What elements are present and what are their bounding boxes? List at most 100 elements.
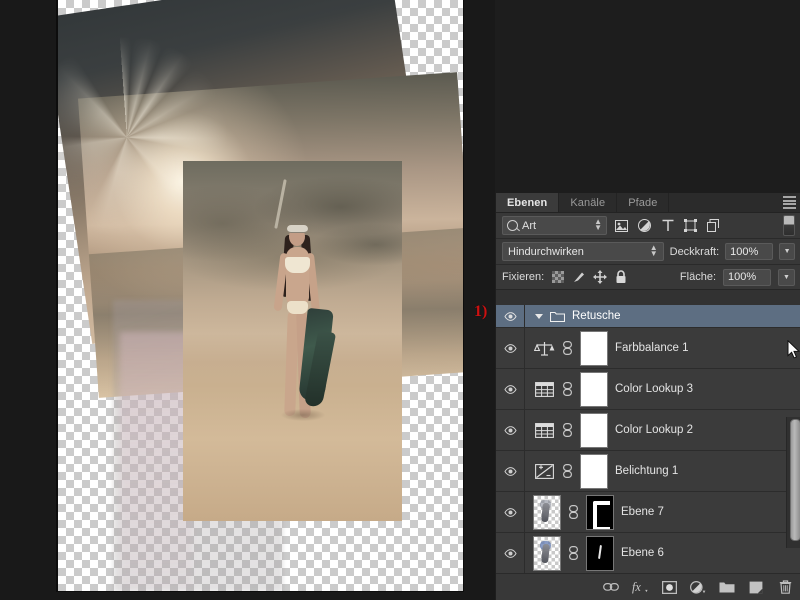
layer-row-farbbalance-1[interactable]: Farbbalance 1 [496,328,800,369]
layer-row-body[interactable]: Color Lookup 2 [525,412,800,448]
layer-row-ebene-7[interactable]: Ebene 7 [496,492,800,533]
panel-menu-icon[interactable] [780,196,796,209]
lock-label: Fixieren: [502,271,545,283]
document-canvas[interactable] [0,0,495,600]
eye-icon [503,425,517,435]
layer-mask-thumbnail[interactable] [580,330,608,366]
fill-value[interactable]: 100% [723,268,771,286]
layer-row-body[interactable]: Ebene 7 [525,494,800,530]
annotation-marker-1: 1) [474,303,488,320]
opacity-value[interactable]: 100% [725,243,774,260]
eye-icon [503,507,517,517]
layer-row-body[interactable]: Color Lookup 3 [525,371,800,407]
panel-tabbar[interactable]: Ebenen Kanäle Pfade [496,193,800,213]
layer-row-color-lookup-2[interactable]: Color Lookup 2 [496,410,800,451]
blend-mode-row[interactable]: Hindurchwirken ▲ ▼ Deckkraft: 100% ▼ [496,239,800,265]
link-icon[interactable] [562,382,573,396]
tab-kanaele[interactable]: Kanäle [559,193,618,212]
layer-row-body[interactable]: Belichtung 1 [525,453,800,489]
layer-mask-thumbnail[interactable] [580,453,608,489]
bikini-top [285,257,310,273]
shape-layer-filter-icon[interactable] [682,217,699,234]
add-layer-mask-button[interactable] [661,579,677,595]
layers-scrollbar-thumb[interactable] [790,419,800,541]
type-layer-filter-icon[interactable] [659,217,676,234]
filter-kind-label: Art [522,219,537,232]
new-layer-button[interactable] [748,579,764,595]
fill-dropdown-icon[interactable]: ▼ [778,268,795,286]
layer-name: Retusche [572,310,621,322]
ground-shadow [281,409,325,421]
smart-object-filter-icon[interactable] [705,217,722,234]
layers-scrollbar-track[interactable] [786,417,800,548]
eye-icon [503,384,517,394]
layer-filter-row[interactable]: Art ▲ ▼ [496,213,800,239]
tab-ebenen-label: Ebenen [507,196,548,209]
lock-position-icon[interactable] [593,270,608,284]
link-icon[interactable] [568,505,579,519]
tab-pfade-label: Pfade [628,196,658,209]
layer-mask-thumbnail[interactable] [580,412,608,448]
layer-visibility-toggle[interactable] [496,410,525,450]
opacity-dropdown-icon[interactable]: ▼ [779,243,795,260]
color-lookup-icon [533,419,555,441]
link-icon[interactable] [568,546,579,560]
diving-goggles [287,225,308,233]
link-icon[interactable] [562,341,573,355]
lock-row[interactable]: Fixieren: Fläche: 100% ▼ [496,265,800,290]
tab-ebenen[interactable]: Ebenen [496,193,560,212]
delete-layer-button[interactable] [777,579,793,595]
fill-label: Fläche: [679,271,716,283]
layer-name: Belichtung 1 [615,465,679,477]
layer-style-button[interactable]: fx [632,579,648,595]
layer-mask-thumbnail[interactable] [586,535,614,571]
layer-visibility-toggle[interactable] [496,492,525,532]
photoshop-window: Ebenen Kanäle Pfade Art ▲ ▼ Hindurchwirk… [0,0,800,600]
layers-panel-toolbar[interactable]: fx [496,573,800,600]
layer-list[interactable]: Retusche Farbbalance 1 Color Lookup 3 Co… [496,305,800,574]
link-layers-button[interactable] [603,579,619,595]
opacity-label: Deckkraft: [669,245,720,258]
layer-name: Color Lookup 3 [615,383,693,395]
layer-thumbnail[interactable] [533,535,561,571]
tab-pfade[interactable]: Pfade [617,193,670,212]
torso [286,247,309,305]
lock-all-icon[interactable] [614,270,628,284]
layer-mask-thumbnail[interactable] [580,371,608,407]
link-icon[interactable] [562,464,573,478]
chevron-down-icon[interactable] [535,313,543,319]
layer-image-beach [183,161,402,521]
blend-mode-select[interactable]: Hindurchwirken ▲ ▼ [502,242,664,261]
filter-kind-select[interactable]: Art ▲ ▼ [502,216,607,235]
layer-row-body[interactable]: Farbbalance 1 [525,330,800,366]
link-icon[interactable] [562,423,573,437]
panel-empty-area [495,0,800,193]
layer-thumbnail[interactable] [533,494,561,530]
layer-row-belichtung-1[interactable]: Belichtung 1 [496,451,800,492]
new-adjustment-layer-button[interactable] [690,579,706,595]
layers-panel[interactable]: Ebenen Kanäle Pfade Art ▲ ▼ Hindurchwirk… [495,193,800,600]
blend-mode-value: Hindurchwirken [508,245,584,258]
layer-visibility-toggle[interactable] [496,533,525,573]
lock-image-icon[interactable] [572,270,586,284]
eye-icon [503,343,517,353]
layer-visibility-toggle[interactable] [496,328,525,368]
layer-visibility-toggle[interactable] [496,305,525,327]
filter-toggle-switch[interactable] [783,215,795,236]
svg-text:fx: fx [632,580,641,594]
layer-visibility-toggle[interactable] [496,451,525,491]
group-row-body[interactable]: Retusche [525,310,800,322]
layer-visibility-toggle[interactable] [496,369,525,409]
artboard-transparency-grid[interactable] [58,0,463,591]
adjustment-layer-filter-icon[interactable] [636,217,653,234]
lock-transparency-icon[interactable] [551,270,565,284]
color-lookup-icon [533,378,555,400]
layer-row-group-retusche[interactable]: Retusche [496,305,800,328]
layer-row-body[interactable]: Ebene 6 [525,535,800,571]
pixel-layer-filter-icon[interactable] [613,217,630,234]
layer-row-ebene-6[interactable]: Ebene 6 [496,533,800,574]
layer-name: Ebene 7 [621,506,664,518]
layer-mask-thumbnail[interactable] [586,494,614,530]
layer-row-color-lookup-3[interactable]: Color Lookup 3 [496,369,800,410]
new-group-button[interactable] [719,579,735,595]
